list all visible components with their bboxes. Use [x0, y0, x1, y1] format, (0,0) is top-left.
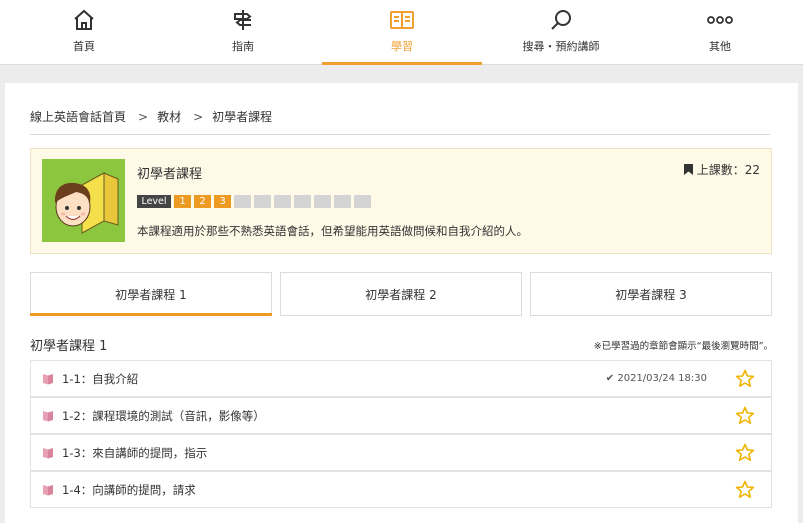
level-box-empty: [354, 195, 371, 208]
lesson-count-text: 上課數：22: [696, 163, 760, 177]
star-icon[interactable]: [735, 406, 755, 425]
level-box-empty: [314, 195, 331, 208]
nav-study-label: 學習: [391, 40, 413, 53]
level-box-empty: [274, 195, 291, 208]
nav-search-book-label: 搜尋・預約講師: [522, 40, 600, 53]
section-note: ※已學習過的章節會顯示“最後瀏覽時間”。: [593, 341, 773, 352]
breadcrumb-home-link[interactable]: 線上英語會話首頁: [30, 110, 126, 124]
search-icon: [481, 6, 641, 34]
level-box: 1: [174, 195, 191, 208]
tab-beginner-1[interactable]: 初學者課程 1: [30, 272, 272, 316]
course-thumbnail: [42, 159, 125, 242]
lesson-row[interactable]: 1-3：來自講師的提問，指示: [30, 434, 772, 471]
nav-home-label: 首頁: [73, 40, 95, 53]
section-title: 初學者課程 1: [30, 339, 108, 354]
nav-guide-label: 指南: [232, 40, 254, 53]
book-icon: [43, 411, 53, 422]
nav-other-label: 其他: [709, 40, 731, 53]
book-icon: [43, 448, 53, 459]
level-box: 3: [214, 195, 231, 208]
bookmark-icon: [683, 164, 693, 175]
top-navigation: 首頁 指南 學習 搜尋・預約講師 其他: [0, 0, 803, 65]
tab-beginner-3[interactable]: 初學者課程 3: [530, 272, 772, 316]
last-viewed: ✔ 2021/03/24 18:30: [606, 373, 707, 384]
last-viewed-time: 2021/03/24 18:30: [617, 373, 707, 384]
lesson-count: 上課數：22: [683, 161, 760, 178]
level-tag: Level: [137, 195, 171, 208]
lesson-title: 1-3：來自講師的提問，指示: [62, 446, 208, 460]
nav-other[interactable]: 其他: [640, 0, 800, 64]
lesson-row[interactable]: 1-4：向講師的提問，請求: [30, 471, 772, 508]
nav-search-book[interactable]: 搜尋・預約講師: [481, 0, 641, 64]
tab-beginner-2[interactable]: 初學者課程 2: [280, 272, 522, 316]
home-icon: [4, 6, 164, 34]
lesson-title: 1-1：自我介紹: [62, 372, 139, 386]
book-icon: [43, 374, 53, 385]
breadcrumb: 線上英語會話首頁 > 教材 > 初學者課程: [30, 108, 770, 135]
breadcrumb-current: 初學者課程: [212, 110, 273, 124]
level-box-empty: [334, 195, 351, 208]
nav-guide[interactable]: 指南: [163, 0, 323, 64]
signpost-icon: [163, 6, 323, 34]
level-indicator: Level 1 2 3: [137, 195, 371, 208]
course-info-box: 初學者課程 上課數：22 Level 1 2 3 本課程適用於那些不熟悉英語會話…: [30, 148, 772, 254]
book-icon: [43, 485, 53, 496]
lesson-row[interactable]: 1-1：自我介紹 ✔ 2021/03/24 18:30: [30, 360, 772, 397]
lesson-title: 1-4：向講師的提問，請求: [62, 483, 196, 497]
level-box: 2: [194, 195, 211, 208]
more-icon: [640, 6, 800, 34]
breadcrumb-separator: >: [193, 110, 204, 124]
main-card: 線上英語會話首頁 > 教材 > 初學者課程 初學者課程 上課數：22 Level 1: [5, 83, 798, 523]
lesson-row[interactable]: 1-2：課程環境的測試（音訊，影像等）: [30, 397, 772, 434]
level-box-empty: [294, 195, 311, 208]
level-box-empty: [254, 195, 271, 208]
star-icon[interactable]: [735, 369, 755, 388]
breadcrumb-materials-link[interactable]: 教材: [157, 110, 181, 124]
course-title: 初學者課程: [137, 167, 203, 182]
nav-study[interactable]: 學習: [322, 0, 482, 65]
course-description: 本課程適用於那些不熟悉英語會話，但希望能用英語做問候和自我介紹的人。: [137, 224, 528, 238]
breadcrumb-separator: >: [138, 110, 149, 124]
star-icon[interactable]: [735, 443, 755, 462]
nav-home[interactable]: 首頁: [4, 0, 164, 64]
lesson-title: 1-2：課程環境的測試（音訊，影像等）: [62, 409, 265, 423]
star-icon[interactable]: [735, 480, 755, 499]
book-icon: [322, 6, 482, 34]
level-box-empty: [234, 195, 251, 208]
check-icon: ✔: [605, 373, 618, 384]
